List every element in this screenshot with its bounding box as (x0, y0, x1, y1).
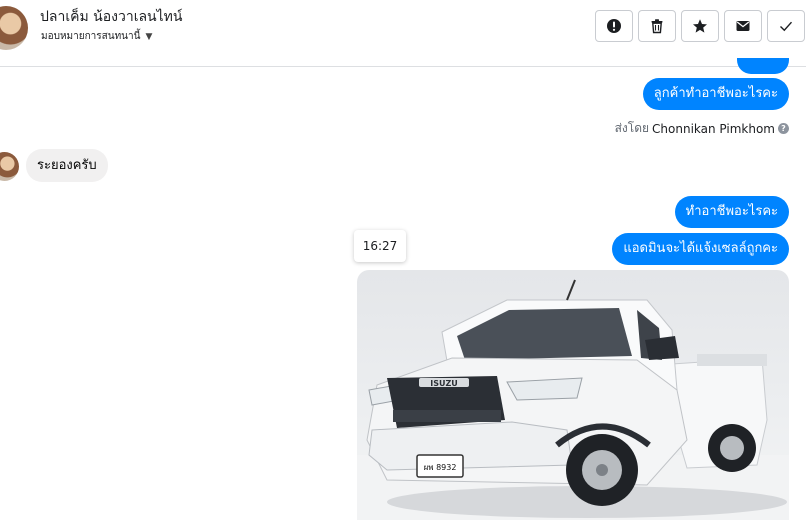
brand-logo-text: ISUZU (430, 379, 458, 388)
conversation-actions (595, 10, 805, 42)
outgoing-message-bubble: แอดมินจะได้แจ้งเซลล์ถูกคะ (612, 233, 789, 265)
contact-avatar[interactable] (0, 6, 28, 50)
message-timestamp: 16:27 (354, 230, 406, 262)
assign-conversation-dropdown[interactable]: มอบหมายการสนทนานี้ ▼ (41, 29, 152, 44)
pickup-truck-image: ISUZU ผพ 8932 (357, 279, 789, 520)
contact-avatar-small (0, 152, 19, 181)
delete-button[interactable] (638, 10, 676, 42)
outgoing-message-bubble: ทำอาชีพอะไรคะ (674, 196, 789, 228)
envelope-icon (736, 21, 750, 31)
sent-by-label: ส่งโดย Chonnikan Pimkhom ? (615, 119, 789, 138)
incoming-message-bubble: ระยองครับ (26, 149, 108, 182)
mark-done-button[interactable] (767, 10, 805, 42)
check-icon (780, 21, 793, 32)
star-button[interactable] (681, 10, 719, 42)
alert-circle-icon (607, 19, 621, 33)
help-icon[interactable]: ? (778, 123, 789, 134)
assign-label: มอบหมายการสนทนานี้ (41, 31, 141, 42)
outgoing-photo-attachment[interactable]: ISUZU ผพ 8932 (357, 270, 789, 520)
conversation-header: ปลาเค็ม น้องวาเลนไทน์ มอบหมายการสนทนานี้… (0, 0, 806, 67)
trash-icon (651, 19, 663, 34)
sent-by-prefix: ส่งโดย (614, 121, 650, 135)
mark-spam-button[interactable] (595, 10, 633, 42)
outgoing-message-bubble: ลูกค้าทำอาชีพอะไรคะ (642, 78, 789, 110)
star-icon (693, 19, 707, 33)
contact-name[interactable]: ปลาเค็ม น้องวาเลนไทน์ (40, 6, 182, 28)
mark-unread-button[interactable] (724, 10, 762, 42)
outgoing-message-bubble-partial (737, 58, 789, 74)
license-plate-text: ผพ 8932 (424, 463, 457, 472)
sender-name: Chonnikan Pimkhom (652, 121, 775, 136)
caret-down-icon: ▼ (145, 31, 153, 42)
